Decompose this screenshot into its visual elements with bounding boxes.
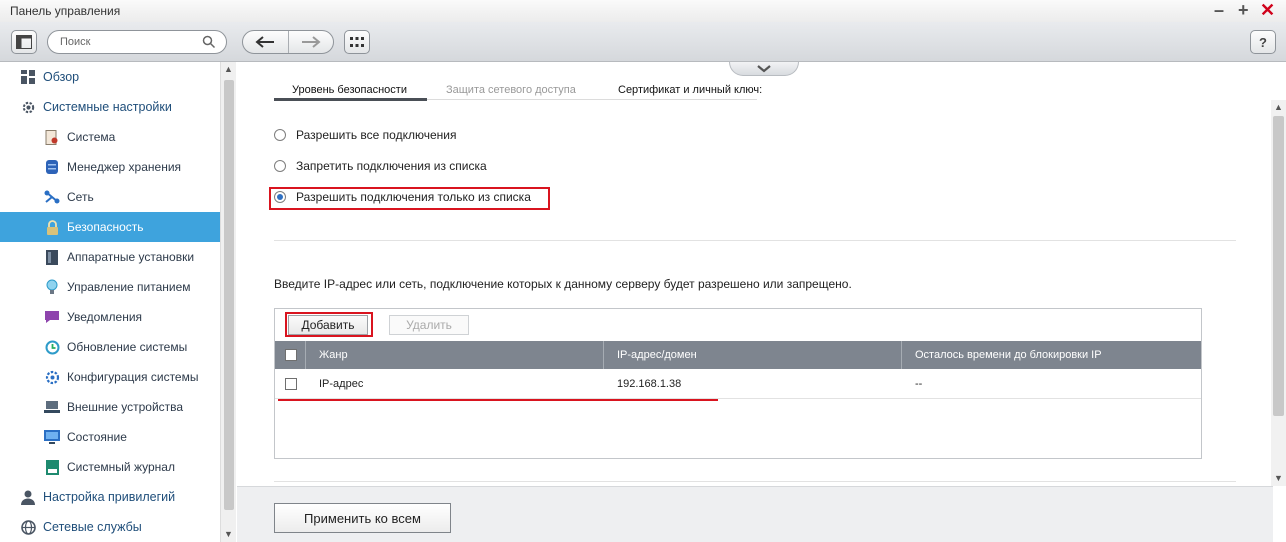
log-icon <box>44 459 60 475</box>
sidebar-item-overview[interactable]: Обзор <box>0 62 220 92</box>
row-checkbox[interactable] <box>285 378 297 390</box>
minimize-icon[interactable]: – <box>1214 0 1224 20</box>
sidebar-item-network[interactable]: Сеть <box>0 182 220 212</box>
apply-all-button[interactable]: Применить ко всем <box>274 503 451 533</box>
delete-button[interactable]: Удалить <box>389 315 469 335</box>
sidebar-scroll-thumb[interactable] <box>224 80 234 510</box>
column-separator <box>305 341 306 369</box>
cell-type: IP-адрес <box>319 378 364 390</box>
power-icon <box>44 279 60 295</box>
apps-grid-icon <box>350 37 364 47</box>
storage-icon <box>44 159 60 175</box>
highlight-box-option <box>269 187 550 210</box>
status-icon <box>44 429 60 445</box>
footer-divider <box>274 481 1236 482</box>
main-scroll-thumb[interactable] <box>1273 116 1284 416</box>
help-button[interactable]: ? <box>1250 30 1276 54</box>
config-icon <box>44 369 60 385</box>
column-header-remaining[interactable]: Осталось времени до блокировки IP <box>915 341 1102 369</box>
apps-button[interactable] <box>344 30 370 54</box>
navigation-buttons <box>242 30 334 54</box>
sidebar-item-external-devices[interactable]: Внешние устройства <box>0 392 220 422</box>
column-separator <box>603 341 604 369</box>
sidebar-item-system[interactable]: Система <box>0 122 220 152</box>
column-separator <box>901 341 902 369</box>
arrow-right-icon <box>301 36 321 48</box>
network-services-icon <box>20 519 36 535</box>
scroll-down-icon[interactable]: ▼ <box>1274 473 1283 483</box>
main-panel: Уровень безопасности Защита сетевого дос… <box>237 62 1286 542</box>
external-device-icon <box>44 399 60 415</box>
sidebar-item-security[interactable]: Безопасность <box>0 212 220 242</box>
sidebar-item-system-log[interactable]: Системный журнал <box>0 452 220 482</box>
column-header-address[interactable]: IP-адрес/домен <box>617 341 697 369</box>
sidebar-item-system-settings[interactable]: Системные настройки <box>0 92 220 122</box>
footer-bar: Применить ко всем <box>237 486 1273 542</box>
overview-icon <box>20 69 36 85</box>
scroll-up-icon[interactable]: ▲ <box>224 64 233 74</box>
sidebar: Обзор Системные настройки Система Менедж… <box>0 62 236 542</box>
toolbar: ? <box>0 22 1286 62</box>
sidebar-item-notifications[interactable]: Уведомления <box>0 302 220 332</box>
close-icon[interactable]: ✕ <box>1260 0 1275 20</box>
forward-button[interactable] <box>287 31 333 53</box>
highlight-underline-row <box>278 399 718 401</box>
search-icon[interactable] <box>202 35 216 49</box>
sidebar-item-privileges[interactable]: Настройка привилегий <box>0 482 220 512</box>
tab-network-access-protection[interactable]: Защита сетевого доступа <box>446 84 576 96</box>
main-scrollbar[interactable]: ▲ ▼ <box>1271 100 1286 486</box>
user-icon <box>20 489 36 505</box>
sidebar-item-storage-manager[interactable]: Менеджер хранения <box>0 152 220 182</box>
active-tab-indicator <box>274 98 427 101</box>
window-title: Панель управления <box>10 4 121 18</box>
description-text: Введите IP-адрес или сеть, подключение к… <box>274 277 852 291</box>
tab-divider <box>427 99 757 100</box>
radio-deny-list[interactable] <box>274 160 286 172</box>
arrow-left-icon <box>255 36 275 48</box>
window-titlebar: Панель управления – + ✕ <box>0 0 1286 22</box>
search-input[interactable] <box>60 36 190 48</box>
gear-icon <box>20 99 36 115</box>
maximize-icon[interactable]: + <box>1238 0 1249 20</box>
notification-icon <box>44 309 60 325</box>
column-header-type[interactable]: Жанр <box>319 341 348 369</box>
section-divider <box>274 240 1236 241</box>
search-box[interactable] <box>47 30 227 54</box>
select-all-checkbox[interactable] <box>285 349 297 361</box>
highlight-box-add <box>285 312 373 337</box>
table-row[interactable]: IP-адрес 192.168.1.38 -- <box>275 369 1201 399</box>
sidebar-item-status[interactable]: Состояние <box>0 422 220 452</box>
update-icon <box>44 339 60 355</box>
cell-address: 192.168.1.38 <box>617 378 682 390</box>
hardware-icon <box>44 249 60 265</box>
cell-remaining: -- <box>915 378 923 390</box>
tab-certificate[interactable]: Сертификат и личный ключ: <box>618 84 762 96</box>
scroll-up-icon[interactable]: ▲ <box>1274 102 1283 112</box>
chevron-down-icon <box>757 64 771 72</box>
system-icon <box>44 129 60 145</box>
lock-icon <box>44 219 60 235</box>
option-allow-all[interactable]: Разрешить все подключения <box>274 128 456 142</box>
menu-icon <box>16 35 32 49</box>
tab-security-level[interactable]: Уровень безопасности <box>292 84 407 96</box>
sidebar-item-network-services[interactable]: Сетевые службы <box>0 512 220 542</box>
ip-list-panel: Добавить Удалить Жанр IP-адрес/домен Ост… <box>274 308 1202 459</box>
sidebar-item-hardware[interactable]: Аппаратные установки <box>0 242 220 272</box>
sidebar-item-system-update[interactable]: Обновление системы <box>0 332 220 362</box>
radio-allow-all[interactable] <box>274 129 286 141</box>
sidebar-item-system-config[interactable]: Конфигурация системы <box>0 362 220 392</box>
sidebar-item-power[interactable]: Управление питанием <box>0 272 220 302</box>
sidebar-scrollbar[interactable]: ▲ ▼ <box>220 62 236 542</box>
scroll-down-icon[interactable]: ▼ <box>224 529 233 539</box>
table-header: Жанр IP-адрес/домен Осталось времени до … <box>275 341 1201 369</box>
option-deny-list[interactable]: Запретить подключения из списка <box>274 159 487 173</box>
collapse-toggle[interactable] <box>729 62 799 76</box>
back-button[interactable] <box>243 31 288 53</box>
network-icon <box>44 189 60 205</box>
menu-button[interactable] <box>11 30 37 54</box>
